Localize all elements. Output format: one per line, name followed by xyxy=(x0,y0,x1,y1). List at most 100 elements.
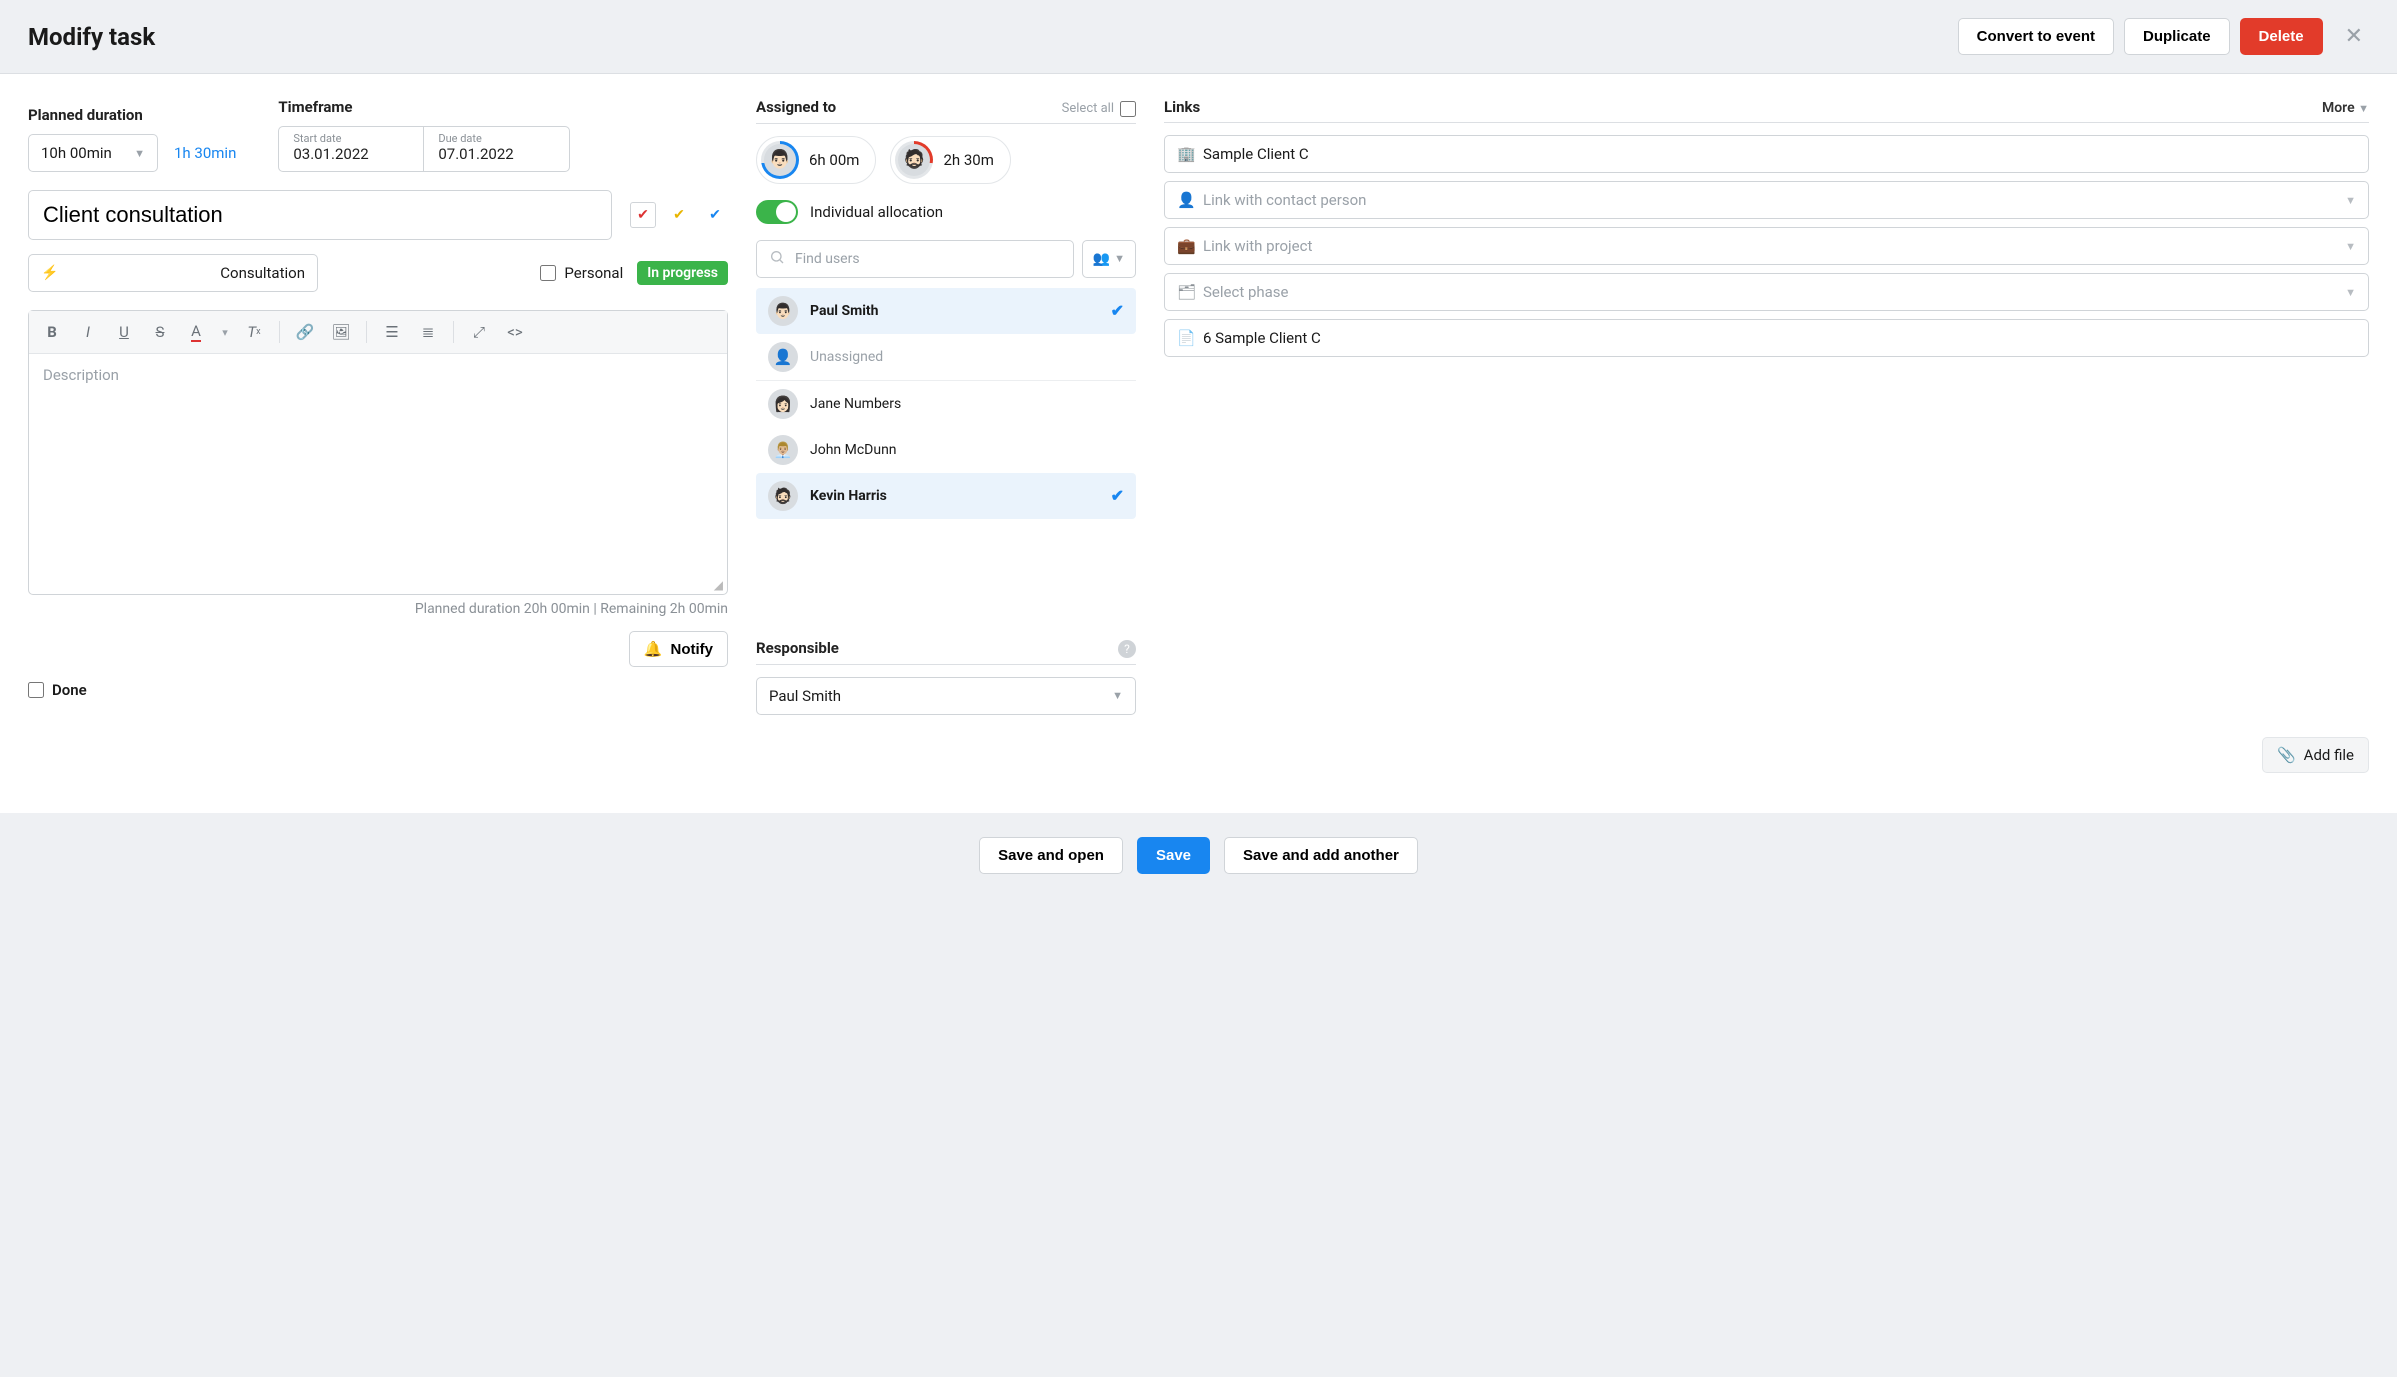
start-date-field[interactable]: Start date 03.01.2022 xyxy=(279,127,424,171)
priority-high[interactable]: ✔ xyxy=(630,202,656,228)
user-name: Kevin Harris xyxy=(810,488,887,504)
building-icon: 🏢 xyxy=(1177,145,1193,163)
start-date-label: Start date xyxy=(293,132,409,145)
editor-toolbar: B I U S A ▾ Tx 🔗 🖼 ☰ ≣ ⤢ <> xyxy=(29,311,727,354)
notify-label: Notify xyxy=(671,641,714,658)
image-button[interactable]: 🖼 xyxy=(326,317,356,347)
link-button[interactable]: 🔗 xyxy=(290,317,320,347)
timeframe-box: Start date 03.01.2022 Due date 07.01.202… xyxy=(278,126,570,172)
linked-client-name: Sample Client C xyxy=(1203,145,1309,163)
find-users-placeholder: Find users xyxy=(795,251,860,267)
notify-button[interactable]: 🔔 Notify xyxy=(629,631,728,667)
personal-checkbox-input[interactable] xyxy=(540,265,556,281)
description-placeholder: Description xyxy=(43,366,119,384)
individual-allocation-label: Individual allocation xyxy=(810,203,943,221)
save-button[interactable]: Save xyxy=(1137,837,1210,874)
user-name: Paul Smith xyxy=(810,303,879,319)
links-more[interactable]: More ▼ xyxy=(2322,100,2369,116)
priority-medium[interactable]: ✔ xyxy=(666,202,692,228)
clearformat-button[interactable]: Tx xyxy=(239,317,269,347)
bell-icon: 🔔 xyxy=(644,640,663,658)
user-item-john[interactable]: 👨🏼‍💼 John McDunn xyxy=(756,427,1136,473)
status-badge[interactable]: In progress xyxy=(637,261,728,285)
description-textarea[interactable]: Description ◢ xyxy=(29,354,727,594)
linked-client[interactable]: 🏢 Sample Client C xyxy=(1164,135,2369,173)
individual-allocation-toggle[interactable] xyxy=(756,200,798,224)
add-file-label: Add file xyxy=(2304,746,2354,764)
check-icon: ✔ xyxy=(1111,301,1124,320)
allocation-chips: 👨🏻 6h 00m 🧔🏻 2h 30m xyxy=(756,136,1136,184)
planned-duration-label: Planned duration xyxy=(28,106,236,124)
tag-value: Consultation xyxy=(220,264,305,282)
ul-button[interactable]: ☰ xyxy=(377,317,407,347)
chevron-down-icon: ▼ xyxy=(1112,689,1123,702)
personal-checkbox[interactable]: Personal xyxy=(540,264,623,282)
user-name: Jane Numbers xyxy=(810,396,901,412)
done-checkbox-input[interactable] xyxy=(28,682,44,698)
find-users-input[interactable]: Find users xyxy=(756,240,1074,278)
user-name: John McDunn xyxy=(810,442,897,458)
code-button[interactable]: <> xyxy=(500,317,530,347)
duplicate-button[interactable]: Duplicate xyxy=(2124,18,2230,55)
user-group-button[interactable]: 👥 ▼ xyxy=(1082,240,1136,278)
add-file-button[interactable]: 📎 Add file xyxy=(2262,737,2369,773)
planned-duration-select[interactable]: 10h 00min ▼ xyxy=(28,134,158,172)
allocation-chip[interactable]: 👨🏻 6h 00m xyxy=(756,136,876,184)
tag-input[interactable]: ⚡ Consultation xyxy=(28,254,318,292)
check-icon: ✔ xyxy=(1111,486,1124,505)
priority-low[interactable]: ✔ xyxy=(702,202,728,228)
ol-button[interactable]: ≣ xyxy=(413,317,443,347)
user-item-jane[interactable]: 👩🏻 Jane Numbers xyxy=(756,381,1136,427)
task-title-input[interactable] xyxy=(28,190,612,240)
link-contact-placeholder: Link with contact person xyxy=(1203,191,1366,209)
save-another-button[interactable]: Save and add another xyxy=(1224,837,1418,874)
save-open-button[interactable]: Save and open xyxy=(979,837,1123,874)
toolbar-separator xyxy=(366,321,367,343)
bold-button[interactable]: B xyxy=(37,317,67,347)
due-date-field[interactable]: Due date 07.01.2022 xyxy=(424,127,569,171)
delete-button[interactable]: Delete xyxy=(2240,18,2323,55)
footer: Save and open Save Save and add another xyxy=(0,813,2397,914)
allocation-chip[interactable]: 🧔🏻 2h 30m xyxy=(890,136,1010,184)
strike-button[interactable]: S xyxy=(145,317,175,347)
user-item-unassigned[interactable]: 👤 Unassigned xyxy=(756,334,1136,381)
responsible-section: Responsible ? Paul Smith ▼ xyxy=(756,639,1136,715)
avatar: 🧔🏻 xyxy=(898,144,930,176)
link-phase-select[interactable]: 🗂 Select phase ▼ xyxy=(1164,273,2369,311)
header: Modify task Convert to event Duplicate D… xyxy=(0,0,2397,74)
linked-quote[interactable]: 📄 6 Sample Client C xyxy=(1164,319,2369,357)
user-name: Unassigned xyxy=(810,349,883,365)
user-item-paul[interactable]: 👨🏻 Paul Smith ✔ xyxy=(756,288,1136,334)
assigned-label: Assigned to xyxy=(756,98,836,116)
expand-button[interactable]: ⤢ xyxy=(464,317,494,347)
chevron-down-icon: ▼ xyxy=(1114,252,1125,265)
info-icon[interactable]: ? xyxy=(1118,640,1136,658)
link-phase-placeholder: Select phase xyxy=(1203,283,1288,301)
resize-handle-icon[interactable]: ◢ xyxy=(714,578,723,592)
done-checkbox[interactable]: Done xyxy=(28,681,728,699)
links-label: Links xyxy=(1164,98,1200,116)
chevron-down-icon: ▼ xyxy=(2345,286,2356,299)
planned-duration-value: 10h 00min xyxy=(41,144,112,162)
avatar: 👨🏼‍💼 xyxy=(768,435,798,465)
responsible-select[interactable]: Paul Smith ▼ xyxy=(756,677,1136,715)
underline-button[interactable]: U xyxy=(109,317,139,347)
mid-column: Assigned to Select all 👨🏻 6h 00m 🧔🏻 2h 3… xyxy=(756,98,1136,773)
toolbar-separator xyxy=(453,321,454,343)
link-contact-select[interactable]: 👤 Link with contact person ▼ xyxy=(1164,181,2369,219)
convert-button[interactable]: Convert to event xyxy=(1958,18,2114,55)
user-item-kevin[interactable]: 🧔🏻 Kevin Harris ✔ xyxy=(756,473,1136,519)
allocation-time: 2h 30m xyxy=(943,151,993,169)
link-project-select[interactable]: 💼 Link with project ▼ xyxy=(1164,227,2369,265)
close-icon[interactable]: ✕ xyxy=(2339,24,2369,49)
elapsed-time-link[interactable]: 1h 30min xyxy=(174,144,236,162)
italic-button[interactable]: I xyxy=(73,317,103,347)
textcolor-chevron[interactable]: ▾ xyxy=(217,317,233,347)
avatar: 👤 xyxy=(768,342,798,372)
right-column: Links More ▼ 🏢 Sample Client C 👤 Link wi… xyxy=(1164,98,2369,773)
select-all-checkbox[interactable] xyxy=(1120,101,1136,117)
select-all[interactable]: Select all xyxy=(1062,101,1136,117)
link-project-placeholder: Link with project xyxy=(1203,237,1312,255)
left-column: Planned duration 10h 00min ▼ 1h 30min Ti… xyxy=(28,98,728,773)
textcolor-button[interactable]: A xyxy=(181,317,211,347)
